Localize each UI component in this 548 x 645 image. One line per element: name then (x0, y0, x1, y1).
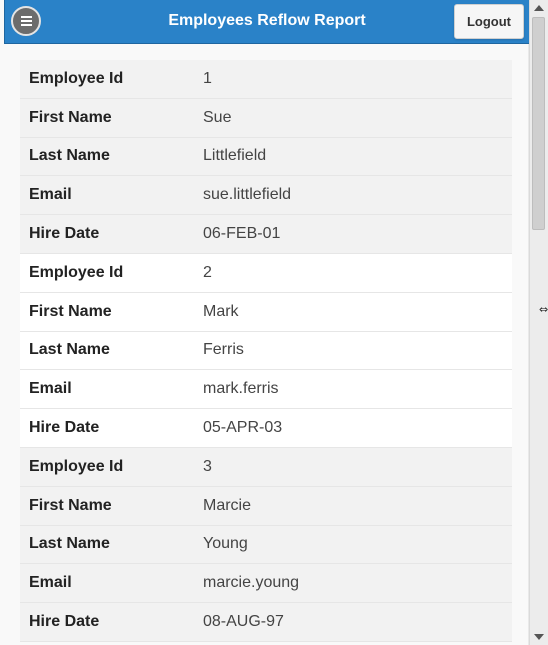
reflow-report: Employee Id 1 First Name Sue Last Name L… (20, 60, 512, 645)
field-label: Hire Date (29, 613, 100, 631)
record-row-first-name: First Name Sue (20, 98, 512, 138)
field-label: Employee Id (29, 263, 124, 281)
scrollbar-thumb[interactable] (532, 17, 545, 230)
record-row-employee-id: Employee Id 3 (20, 447, 512, 487)
vertical-scrollbar[interactable] (529, 0, 548, 645)
record-row-first-name: First Name Mark (20, 292, 512, 332)
record-row-email: Email sue.littlefield (20, 176, 512, 216)
field-value: sue.littlefield (203, 186, 292, 204)
field-value: Sue (203, 108, 232, 126)
field-label: Employee Id (29, 457, 124, 475)
field-label: Email (29, 186, 72, 204)
field-label: First Name (29, 496, 112, 514)
field-value: Young (203, 535, 248, 553)
field-label: First Name (29, 302, 112, 320)
resize-cursor-icon: ⇔ (539, 303, 548, 316)
field-value: 2 (203, 263, 212, 281)
record-row-last-name: Last Name Ferris (20, 331, 512, 371)
record-row-email: Email marcie.young (20, 564, 512, 604)
field-value: mark.ferris (203, 380, 279, 398)
field-label: Last Name (29, 147, 110, 165)
field-label: Employee Id (29, 69, 124, 87)
record-row-hire-date: Hire Date 08-AUG-97 (20, 603, 512, 642)
app-frame: Employees Reflow Report Logout Employee … (0, 0, 529, 645)
page-title: Employees Reflow Report (168, 12, 366, 29)
record-row-last-name: Last Name Young (20, 525, 512, 565)
field-value: Mark (203, 302, 239, 320)
record-row-last-name: Last Name Littlefield (20, 137, 512, 177)
field-label: Hire Date (29, 419, 100, 437)
field-value: 1 (203, 69, 212, 87)
arrow-up-icon[interactable] (534, 5, 544, 11)
field-label: Email (29, 574, 72, 592)
field-value: 08-AUG-97 (203, 613, 284, 631)
field-value: marcie.young (203, 574, 300, 592)
field-label: Hire Date (29, 225, 100, 243)
record-row-email: Email mark.ferris (20, 370, 512, 410)
record-row-first-name: First Name Marcie (20, 486, 512, 526)
arrow-down-icon[interactable] (534, 634, 544, 640)
field-value: 05-APR-03 (203, 419, 283, 437)
field-label: Last Name (29, 535, 110, 553)
logout-button[interactable]: Logout (454, 4, 524, 39)
field-value: 3 (203, 457, 212, 475)
field-value: Marcie (203, 496, 252, 514)
record-row-employee-id: Employee Id 1 (20, 60, 512, 99)
record-row-hire-date: Hire Date 05-APR-03 (20, 409, 512, 448)
app-header: Employees Reflow Report Logout (4, 0, 529, 44)
field-label: Email (29, 380, 72, 398)
field-label: Last Name (29, 341, 110, 359)
field-value: 06-FEB-01 (203, 225, 281, 243)
record-row-hire-date: Hire Date 06-FEB-01 (20, 215, 512, 254)
field-label: First Name (29, 108, 112, 126)
field-value: Littlefield (203, 147, 267, 165)
field-value: Ferris (203, 341, 244, 359)
record-row-employee-id: Employee Id 2 (20, 253, 512, 293)
